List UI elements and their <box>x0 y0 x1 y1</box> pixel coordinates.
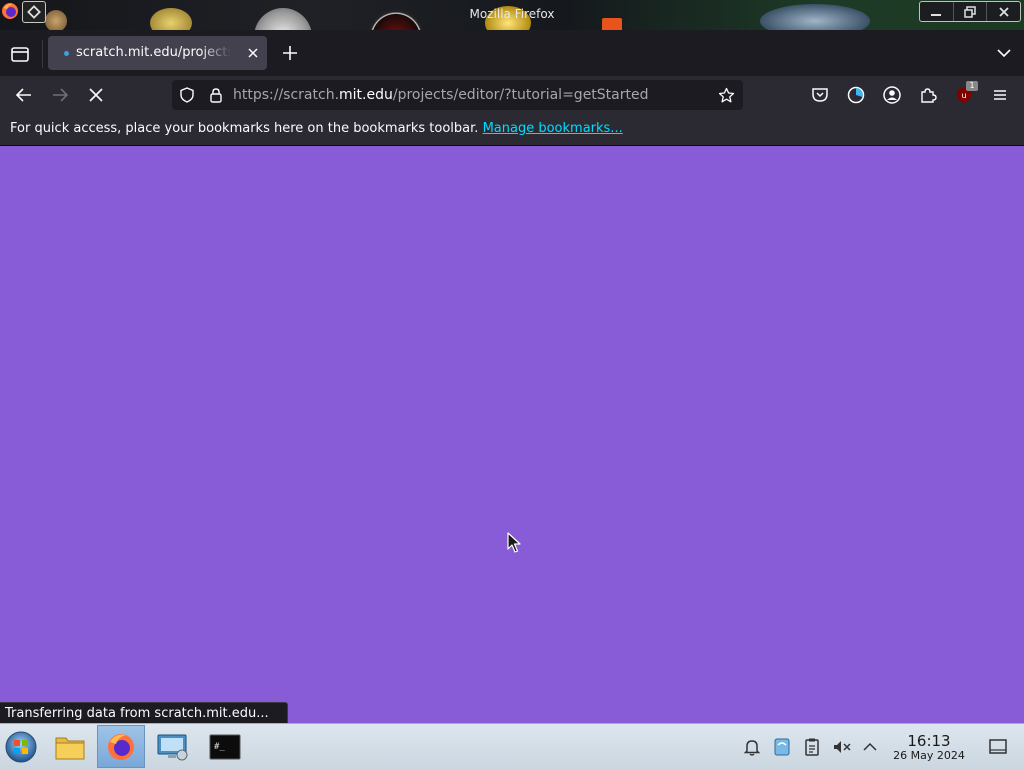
forward-arrow-icon[interactable] <box>50 85 70 105</box>
tracking-protection-shield-icon[interactable] <box>179 87 195 103</box>
taskbar-file-manager[interactable] <box>46 725 94 768</box>
status-bar: Transferring data from scratch.mit.edu..… <box>0 702 288 724</box>
close-icon <box>999 6 1009 17</box>
url-text[interactable]: https://scratch.mit.edu/projects/editor/… <box>233 87 649 103</box>
restore-icon <box>964 5 976 18</box>
taskbar-firefox[interactable] <box>97 725 145 768</box>
svg-text:#_: #_ <box>214 742 225 752</box>
pocket-icon[interactable] <box>810 85 830 105</box>
lock-icon[interactable] <box>208 87 224 103</box>
url-path: /projects/editor/?tutorial=getStarted <box>392 87 649 103</box>
close-tab-icon[interactable] <box>245 45 261 61</box>
bookmarks-toolbar: For quick access, place your bookmarks h… <box>0 114 1024 146</box>
loading-icon <box>64 51 69 56</box>
network-icon[interactable] <box>772 737 792 757</box>
url-host: mit.edu <box>339 87 393 103</box>
window-title-bar[interactable]: Mozilla Firefox <box>0 0 1024 30</box>
tab-title: scratch.mit.edu/projects/editor/?tutoria… <box>76 45 231 60</box>
chevron-down-icon[interactable] <box>994 44 1014 62</box>
terminal-icon: #_ <box>209 734 241 759</box>
bookmarks-hint: For quick access, place your bookmarks h… <box>10 121 479 136</box>
page-content[interactable] <box>0 146 1024 723</box>
tab-strip: scratch.mit.edu/projects/editor/?tutoria… <box>0 30 1024 76</box>
mouse-cursor-icon <box>507 532 521 553</box>
volume-muted-icon[interactable] <box>832 737 852 757</box>
account-icon[interactable] <box>882 85 902 105</box>
svg-text:u: u <box>961 91 966 100</box>
tab-divider <box>42 40 43 68</box>
taskbar: #_ 16:13 26 May 2024 <box>0 723 1024 769</box>
taskbar-terminal[interactable]: #_ <box>201 725 249 768</box>
extension-badge: 1 <box>966 81 978 91</box>
monitor-settings-icon <box>157 734 188 760</box>
address-bar[interactable]: https://scratch.mit.edu/projects/editor/… <box>172 80 743 110</box>
start-menu-icon[interactable] <box>4 730 38 764</box>
navigation-toolbar: https://scratch.mit.edu/projects/editor/… <box>0 76 1024 114</box>
extensions-puzzle-icon[interactable] <box>918 85 938 105</box>
firefox-icon <box>108 733 134 760</box>
alarm-bell-icon[interactable] <box>742 737 762 757</box>
chevron-up-icon[interactable] <box>860 737 880 757</box>
taskbar-clock[interactable]: 16:13 26 May 2024 <box>886 733 972 763</box>
manage-bookmarks-link[interactable]: Manage bookmarks... <box>483 121 623 136</box>
close-window-button[interactable] <box>986 2 1020 21</box>
tab-scratch-editor[interactable]: scratch.mit.edu/projects/editor/?tutoria… <box>48 36 267 70</box>
clock-time: 16:13 <box>907 732 951 750</box>
firefox-view-icon[interactable] <box>9 43 31 65</box>
bookmarks-message: For quick access, place your bookmarks h… <box>10 121 623 136</box>
minimize-button[interactable] <box>920 2 953 21</box>
clock-date: 26 May 2024 <box>893 749 965 762</box>
show-desktop-icon[interactable] <box>988 737 1008 757</box>
folder-icon <box>55 737 85 759</box>
stop-loading-icon[interactable] <box>86 85 106 105</box>
restore-button[interactable] <box>952 2 987 21</box>
taskbar-system-settings[interactable] <box>149 725 197 768</box>
window-title: Mozilla Firefox <box>469 7 555 21</box>
minimize-icon <box>931 13 942 16</box>
hamburger-menu-icon[interactable] <box>990 85 1010 105</box>
url-prefix: https://scratch. <box>233 87 340 103</box>
ublock-extension-button[interactable]: u 1 <box>954 81 978 105</box>
clipboard-icon[interactable] <box>802 737 822 757</box>
bookmark-star-icon[interactable] <box>718 87 735 104</box>
back-arrow-icon[interactable] <box>14 85 34 105</box>
window-controls <box>919 1 1021 22</box>
sync-progress-icon[interactable] <box>846 85 866 105</box>
new-tab-icon[interactable] <box>280 43 300 63</box>
